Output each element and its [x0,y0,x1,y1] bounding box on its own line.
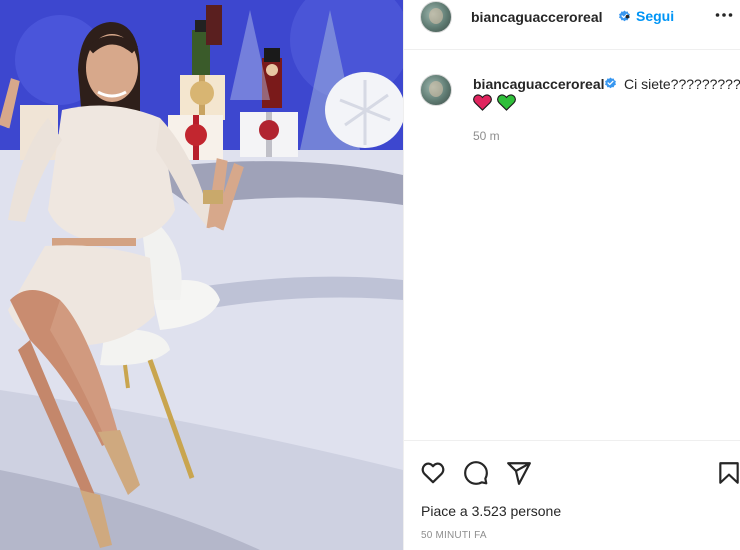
paper-plane-icon[interactable] [506,460,532,486]
caption-text: Ci siete?????????? [624,76,740,92]
red-heart-icon [473,94,492,111]
post-photo[interactable] [0,0,403,550]
caption-timestamp: 50 m [473,129,500,143]
post-caption: biancaguacceroreal Ci siete?????????? 50… [404,60,740,160]
caption-emojis [473,94,517,112]
post-header: biancaguacceroreal • Segui [404,0,740,50]
photo-illustration [0,0,403,550]
verified-badge-icon [605,77,616,89]
header-separator: • [625,8,630,24]
green-heart-icon [497,94,517,111]
likes-count[interactable]: Piace a 3.523 persone [421,503,561,519]
follow-button[interactable]: Segui [636,8,674,24]
author-avatar[interactable] [420,1,452,33]
post-date[interactable]: 50 MINUTI FA [421,530,487,541]
caption-author-username[interactable]: biancaguacceroreal [473,76,605,92]
author-username[interactable]: biancaguacceroreal [471,9,603,25]
heart-outline-icon[interactable] [420,460,446,486]
caption-author-avatar[interactable] [420,74,452,106]
post-actions: Piace a 3.523 persone 50 MINUTI FA [404,440,740,550]
post-side-panel: biancaguacceroreal • Segui biancaguaccer… [403,0,740,550]
more-horizontal-icon[interactable] [715,10,733,20]
bookmark-icon[interactable] [716,460,740,486]
comment-bubble-icon[interactable] [463,460,489,486]
